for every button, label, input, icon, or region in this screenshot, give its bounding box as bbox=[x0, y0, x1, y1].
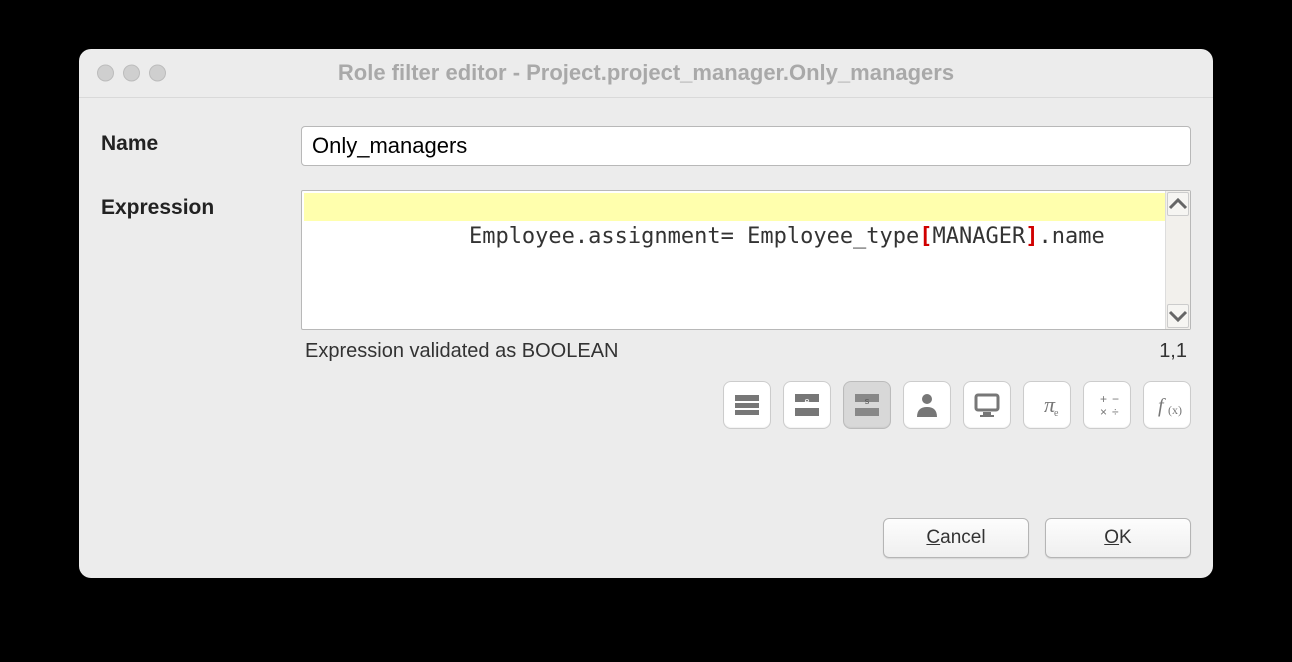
expression-label: Expression bbox=[101, 190, 301, 220]
dialog-buttons: Cancel OK bbox=[883, 518, 1191, 558]
expression-row: Expression Employee.assignment= Employee… bbox=[101, 190, 1191, 429]
monitor-icon[interactable] bbox=[963, 381, 1011, 429]
vertical-scrollbar[interactable] bbox=[1165, 191, 1190, 329]
expression-toolbar: e s πe +−× ÷ bbox=[301, 381, 1191, 429]
svg-text:s: s bbox=[865, 396, 870, 406]
string-icon[interactable]: s bbox=[843, 381, 891, 429]
zoom-icon[interactable] bbox=[149, 65, 166, 82]
expr-part2: .name bbox=[1039, 224, 1105, 249]
dialog-content: Name Expression Employee.assignment= Emp… bbox=[79, 98, 1213, 453]
function-icon[interactable]: f(x) bbox=[1143, 381, 1191, 429]
ok-rest: K bbox=[1119, 527, 1132, 549]
cancel-rest: ancel bbox=[940, 527, 985, 549]
svg-text:e: e bbox=[804, 396, 809, 406]
svg-text:÷: ÷ bbox=[1112, 405, 1119, 419]
operators-icon[interactable]: +−× ÷ bbox=[1083, 381, 1131, 429]
svg-text:e: e bbox=[1054, 408, 1059, 419]
minimize-icon[interactable] bbox=[123, 65, 140, 82]
svg-text:(x): (x) bbox=[1168, 403, 1182, 417]
window-title: Role filter editor - Project.project_man… bbox=[93, 60, 1199, 86]
cancel-button[interactable]: Cancel bbox=[883, 518, 1029, 558]
expr-part1: Employee.assignment= Employee_type bbox=[469, 224, 919, 249]
window-controls bbox=[97, 65, 166, 82]
pi-icon[interactable]: πe bbox=[1023, 381, 1071, 429]
svg-text:f: f bbox=[1158, 395, 1166, 417]
close-icon[interactable] bbox=[97, 65, 114, 82]
expr-rbracket: ] bbox=[1025, 224, 1038, 249]
expression-text[interactable]: Employee.assignment= Employee_type[MANAG… bbox=[302, 191, 1166, 329]
name-label: Name bbox=[101, 126, 301, 156]
titlebar: Role filter editor - Project.project_man… bbox=[79, 49, 1213, 98]
status-row: Expression validated as BOOLEAN 1,1 bbox=[301, 340, 1191, 363]
svg-text:×: × bbox=[1100, 405, 1107, 419]
name-input[interactable] bbox=[301, 126, 1191, 166]
person-icon[interactable] bbox=[903, 381, 951, 429]
scroll-down-icon[interactable] bbox=[1167, 304, 1189, 328]
scroll-up-icon[interactable] bbox=[1167, 192, 1189, 216]
rows-icon[interactable] bbox=[723, 381, 771, 429]
cancel-mnemonic: C bbox=[926, 527, 940, 549]
expr-token: MANAGER bbox=[933, 224, 1026, 249]
svg-text:−: − bbox=[1112, 392, 1119, 406]
svg-text:+: + bbox=[1100, 392, 1107, 406]
expr-lbracket: [ bbox=[919, 224, 932, 249]
ok-button[interactable]: OK bbox=[1045, 518, 1191, 558]
validation-message: Expression validated as BOOLEAN bbox=[305, 340, 619, 363]
cursor-position: 1,1 bbox=[1159, 340, 1187, 363]
role-filter-dialog: Role filter editor - Project.project_man… bbox=[79, 49, 1213, 578]
ok-mnemonic: O bbox=[1104, 527, 1119, 549]
name-row: Name bbox=[101, 126, 1191, 166]
expression-editor[interactable]: Employee.assignment= Employee_type[MANAG… bbox=[301, 190, 1191, 330]
entity-icon[interactable]: e bbox=[783, 381, 831, 429]
